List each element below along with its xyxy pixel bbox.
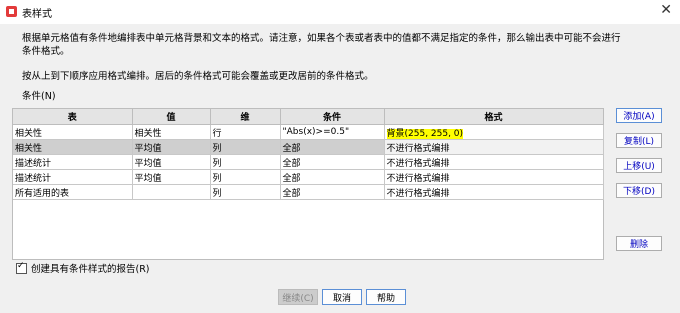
column-header-table[interactable]: 表 <box>13 109 133 125</box>
cell-condition[interactable]: 全部 <box>280 154 385 170</box>
cell-table[interactable]: 描述统计 <box>13 154 133 170</box>
column-header-value[interactable]: 值 <box>132 109 211 125</box>
table-row[interactable]: 所有适用的表 列 全部 不进行格式编排 <box>13 184 604 200</box>
cell-table[interactable]: 描述统计 <box>13 169 133 185</box>
cell-format[interactable]: 背景(255, 255, 0) <box>384 124 604 140</box>
close-icon[interactable]: ✕ <box>660 2 672 18</box>
add-button[interactable]: 添加(A) <box>616 108 662 123</box>
move-up-button[interactable]: 上移(U) <box>616 158 662 173</box>
cell-format[interactable]: 不进行格式编排 <box>384 184 604 200</box>
order-note-text: 按从上到下顺序应用格式编排。居后的条件格式可能会覆盖或更改居前的条件格式。 <box>22 71 374 82</box>
cell-format[interactable]: 不进行格式编排 <box>384 139 604 155</box>
table-header-row: 表 值 维 条件 格式 <box>13 109 604 125</box>
format-highlight: 背景(255, 255, 0) <box>386 128 464 139</box>
help-button[interactable]: 帮助 <box>366 289 406 305</box>
cell-condition[interactable]: 全部 <box>280 184 385 200</box>
conditions-table[interactable]: 表 值 维 条件 格式 相关性 相关性 行 "Abs(x)>=0.5" 背景(2… <box>12 108 604 260</box>
cell-value[interactable]: 平均值 <box>132 154 211 170</box>
cell-value[interactable] <box>132 184 211 200</box>
app-icon <box>6 6 17 17</box>
delete-button[interactable]: 删除 <box>616 236 662 251</box>
table-row[interactable]: 描述统计 平均值 列 全部 不进行格式编排 <box>13 169 604 185</box>
cell-format[interactable]: 不进行格式编排 <box>384 154 604 170</box>
cell-dimension[interactable]: 列 <box>210 184 281 200</box>
window-title: 表样式 <box>22 9 52 20</box>
create-report-checkbox[interactable] <box>16 261 27 274</box>
cell-table[interactable]: 相关性 <box>13 139 133 155</box>
cell-value[interactable]: 平均值 <box>132 139 211 155</box>
copy-button[interactable]: 复制(L) <box>616 133 662 148</box>
column-header-dimension[interactable]: 维 <box>210 109 281 125</box>
cell-value[interactable]: 相关性 <box>132 124 211 140</box>
cell-dimension[interactable]: 列 <box>210 169 281 185</box>
cell-table[interactable]: 相关性 <box>13 124 133 140</box>
column-header-condition[interactable]: 条件 <box>280 109 385 125</box>
cell-dimension[interactable]: 列 <box>210 154 281 170</box>
cell-format[interactable]: 不进行格式编排 <box>384 169 604 185</box>
table-row[interactable]: 描述统计 平均值 列 全部 不进行格式编排 <box>13 154 604 170</box>
table-row[interactable]: 相关性 相关性 行 "Abs(x)>=0.5" 背景(255, 255, 0) <box>13 124 604 140</box>
conditions-label: 条件(N) <box>22 91 56 102</box>
continue-button[interactable]: 继续(C) <box>278 289 318 305</box>
table-row-selected[interactable]: 相关性 平均值 列 全部 不进行格式编排 <box>13 139 604 155</box>
cancel-button[interactable]: 取消 <box>322 289 362 305</box>
description-text: 根据单元格值有条件地编排表中单元格背景和文本的格式。请注意，如果各个表或者表中的… <box>22 33 621 57</box>
create-report-label: 创建具有条件样式的报告(R) <box>31 264 150 275</box>
column-header-format[interactable]: 格式 <box>384 109 604 125</box>
cell-dimension[interactable]: 列 <box>210 139 281 155</box>
cell-condition[interactable]: 全部 <box>280 139 385 155</box>
title-bar: 表样式 ✕ <box>0 0 680 24</box>
cell-dimension[interactable]: 行 <box>210 124 281 140</box>
cell-condition[interactable]: 全部 <box>280 169 385 185</box>
cell-value[interactable]: 平均值 <box>132 169 211 185</box>
create-report-option[interactable]: 创建具有条件样式的报告(R) <box>16 261 150 275</box>
move-down-button[interactable]: 下移(D) <box>616 183 662 198</box>
cell-condition[interactable]: "Abs(x)>=0.5" <box>280 124 385 140</box>
cell-table[interactable]: 所有适用的表 <box>13 184 133 200</box>
